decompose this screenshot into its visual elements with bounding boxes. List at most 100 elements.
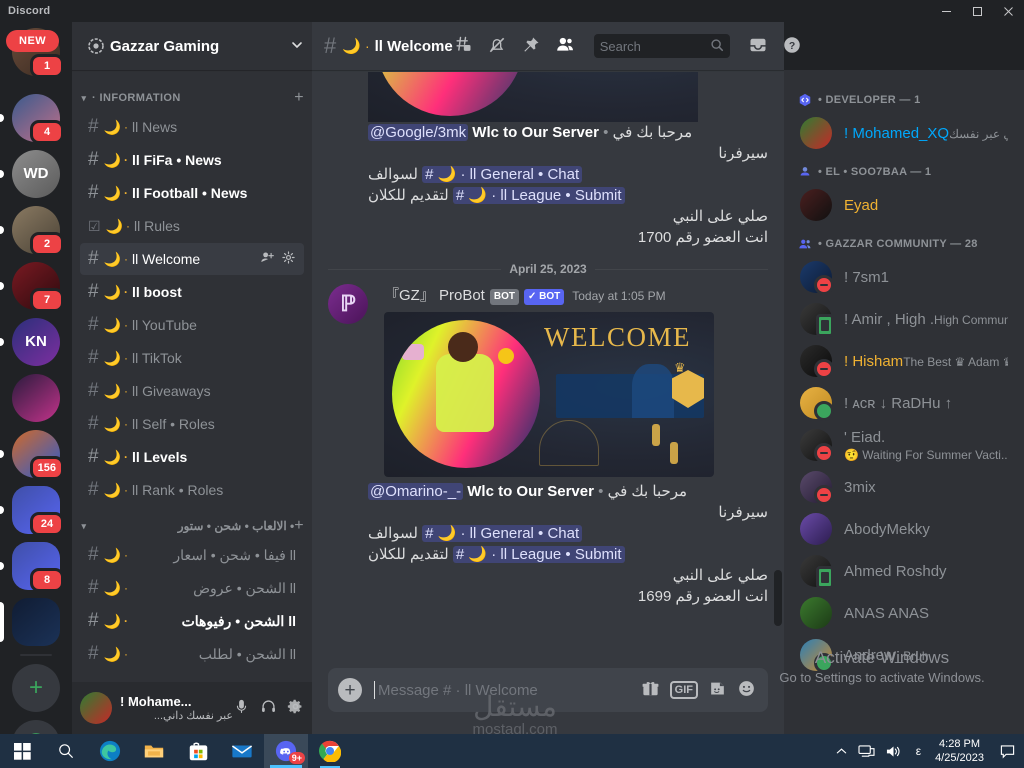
tray-chevron-icon[interactable] xyxy=(835,745,848,758)
message-author[interactable]: 『GZ』 ProBot xyxy=(384,284,485,305)
invite-icon[interactable] xyxy=(260,250,275,269)
mention-chip[interactable]: @Google/3mk xyxy=(368,124,469,141)
pin-icon[interactable] xyxy=(521,35,541,58)
member-item[interactable]: ! HishamThe Best ♛ Adam ♛ xyxy=(792,340,1016,382)
threads-icon[interactable] xyxy=(453,35,473,58)
sticker-icon[interactable] xyxy=(708,679,727,701)
member-item[interactable]: ! ᴀᴄʀ ↓ RaDHu ↑ xyxy=(792,382,1016,424)
avatar[interactable] xyxy=(800,471,834,505)
channel-item[interactable]: # 🌙 · ll Rank • Roles xyxy=(80,474,304,506)
channel-item[interactable]: # 🌙 · ll الشحن • لطلب xyxy=(80,638,304,670)
welcome-banner-image[interactable]: WELCOME ♛ xyxy=(384,312,714,477)
channel-mention-general[interactable]: # 🌙 · ll General • Chat xyxy=(422,166,583,183)
add-channel-icon[interactable]: + xyxy=(294,89,304,107)
taskbar-clock[interactable]: 4:28 PM 4/25/2023 xyxy=(935,737,984,765)
avatar[interactable] xyxy=(800,639,834,673)
inbox-icon[interactable] xyxy=(748,35,768,58)
message-scrollbar[interactable] xyxy=(774,570,782,626)
add-server-button[interactable]: + xyxy=(0,660,72,716)
channel-item[interactable]: ☑ 🌙 · ll Rules xyxy=(80,210,304,242)
channel-item[interactable]: # 🌙 · ll News xyxy=(80,111,304,143)
server-icon-diggworld[interactable] xyxy=(0,370,72,426)
member-item[interactable]: ANAS ANAS xyxy=(792,592,1016,634)
channel-item[interactable]: # 🌙 · ll Self • Roles xyxy=(80,408,304,440)
close-button[interactable] xyxy=(993,0,1024,22)
channel-item[interactable]: # 🌙 · ll Giveaways xyxy=(80,375,304,407)
server-icon-art-server[interactable]: 156 xyxy=(0,426,72,482)
maximize-button[interactable] xyxy=(962,0,993,22)
mention-chip[interactable]: @Omarino-_- xyxy=(368,483,464,500)
server-rail[interactable]: NEW 1 4 WD 2 7 KN 156 24 8 + xyxy=(0,22,72,734)
members-icon[interactable] xyxy=(555,34,576,58)
gift-icon[interactable] xyxy=(641,679,660,701)
server-icon-xo-folder[interactable]: 24 xyxy=(0,482,72,538)
minimize-button[interactable] xyxy=(931,0,962,22)
channel-item[interactable]: # 🌙 · ll FiFa • News xyxy=(80,144,304,176)
avatar[interactable] xyxy=(800,303,834,337)
emoji-icon[interactable] xyxy=(737,679,756,701)
notification-icon[interactable] xyxy=(994,734,1020,768)
avatar[interactable] xyxy=(800,555,834,589)
search-button[interactable] xyxy=(44,734,88,768)
server-icon-lion-server[interactable]: 7 xyxy=(0,258,72,314)
add-channel-icon[interactable]: + xyxy=(294,517,304,535)
gif-button[interactable]: GIF xyxy=(669,681,698,699)
member-item[interactable]: Andrew_Bruh xyxy=(792,634,1016,676)
server-icon-kn[interactable]: KN xyxy=(0,314,72,370)
channel-item[interactable]: # 🌙 · ll فيفا • شحن • اسعار xyxy=(80,539,304,571)
headset-icon[interactable] xyxy=(260,698,277,718)
channel-item[interactable]: # 🌙 · ll Welcome xyxy=(80,243,304,275)
avatar[interactable] xyxy=(800,189,832,221)
channel-mention-general[interactable]: # 🌙 · ll General • Chat xyxy=(422,525,583,542)
explore-servers-button[interactable] xyxy=(0,716,72,734)
channel-item[interactable]: # 🌙 · ll الشحن • عروض xyxy=(80,572,304,604)
attach-button[interactable]: + xyxy=(338,678,362,702)
network-icon[interactable] xyxy=(858,744,875,759)
message-input-bar[interactable]: + Message # · ll Welcome GIF xyxy=(328,668,768,712)
category-header[interactable]: ▾ · INFORMATION + xyxy=(72,86,312,110)
server-icon-gazzar-gaming[interactable] xyxy=(0,594,72,650)
language-indicator[interactable]: ε xyxy=(912,744,925,758)
avatar[interactable] xyxy=(800,387,834,421)
avatar[interactable] xyxy=(800,345,834,379)
avatar[interactable] xyxy=(800,513,832,545)
member-item[interactable]: ! Mohamed_XQمتحولش بقا حد داني عبر نفسك xyxy=(792,112,1016,154)
gear-icon[interactable] xyxy=(287,698,304,718)
server-icon-mira-corner[interactable]: 4 xyxy=(0,90,72,146)
category-header[interactable]: ▾ • الالعاب • شحن • ستور + xyxy=(72,514,312,538)
channel-item[interactable]: # 🌙 · ll Levels xyxy=(80,441,304,473)
guild-header-button[interactable]: Gazzar Gaming xyxy=(72,22,312,70)
member-item[interactable]: ' Eiad.🤨 Waiting For Summer Vacti... xyxy=(792,424,1016,466)
server-icon-check-folder[interactable]: 8 xyxy=(0,538,72,594)
channel-item[interactable]: # 🌙 · ll boost xyxy=(80,276,304,308)
start-button[interactable] xyxy=(0,734,44,768)
volume-icon[interactable] xyxy=(885,744,902,759)
channel-mention-league[interactable]: # 🌙 · ll League • Submit xyxy=(452,187,625,204)
member-item[interactable]: ! 7sm1 xyxy=(792,256,1016,298)
settings-icon[interactable] xyxy=(281,250,296,269)
notification-off-icon[interactable] xyxy=(487,35,507,58)
microsoft-store-button[interactable] xyxy=(176,734,220,768)
server-icon-wanted[interactable]: WD xyxy=(0,146,72,202)
message-input[interactable]: Message # · ll Welcome xyxy=(378,682,641,699)
members-sidebar[interactable]: • DEVELOPER — 1 ! Mohamed_XQمتحولش بقا حد… xyxy=(784,70,1024,734)
channel-item[interactable]: # 🌙 · ll TikTok xyxy=(80,342,304,374)
avatar[interactable] xyxy=(80,692,112,724)
avatar[interactable] xyxy=(800,117,832,149)
discord-button[interactable]: 9+ xyxy=(264,734,308,768)
channel-mention-league[interactable]: # 🌙 · ll League • Submit xyxy=(452,546,625,563)
member-item[interactable]: AbodyMekky xyxy=(792,508,1016,550)
message-list[interactable]: WELCOME @Google/3mk Wlc to Our Server • … xyxy=(312,70,784,668)
avatar[interactable] xyxy=(800,429,834,463)
channel-list[interactable]: ▾ · INFORMATION + # 🌙 · ll News # 🌙 · ll FiFa • Ne… xyxy=(72,70,312,682)
chrome-button[interactable] xyxy=(308,734,352,768)
member-item[interactable]: 3mix xyxy=(792,466,1016,508)
search-input[interactable]: Search xyxy=(593,34,730,58)
server-icon-gci[interactable]: 2 xyxy=(0,202,72,258)
avatar[interactable]: ℙ xyxy=(328,284,368,324)
mail-button[interactable] xyxy=(220,734,264,768)
chevron-down-icon[interactable] xyxy=(290,38,304,55)
member-item[interactable]: Ahmed Roshdy xyxy=(792,550,1016,592)
channel-item[interactable]: # 🌙 · ll YouTube xyxy=(80,309,304,341)
avatar[interactable] xyxy=(800,261,834,295)
